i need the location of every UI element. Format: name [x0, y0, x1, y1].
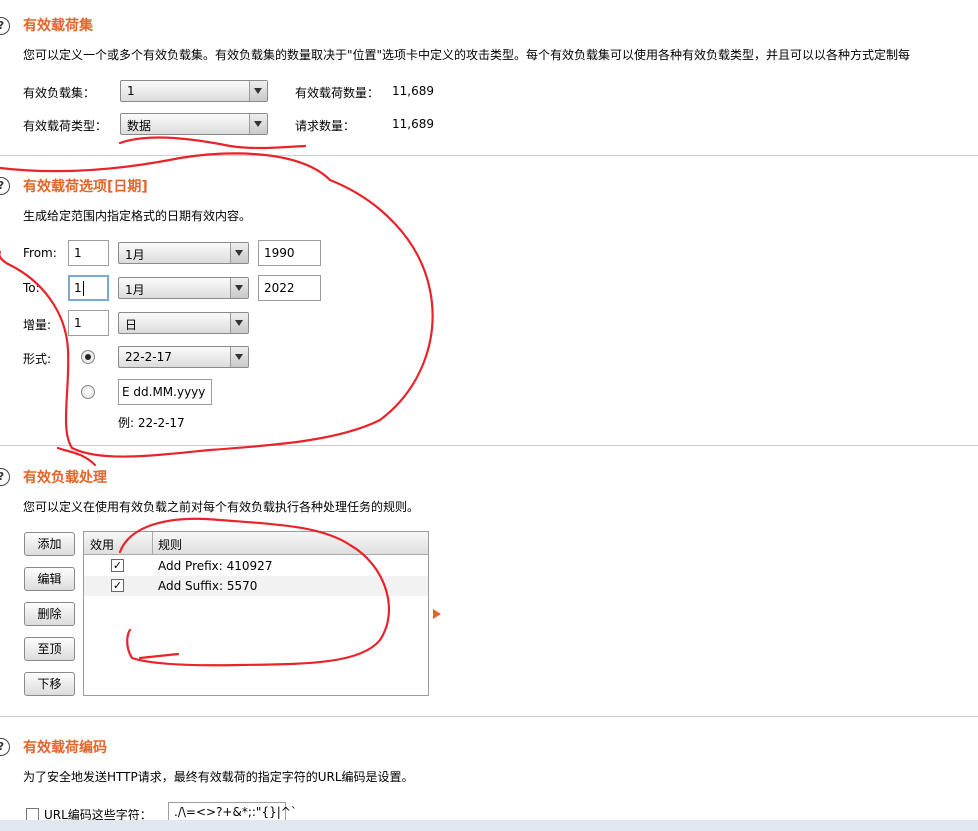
help-icon[interactable]: ? [0, 738, 10, 756]
from-month-select[interactable]: 1月 [118, 242, 249, 264]
column-divider [152, 532, 153, 554]
enabled-checkbox[interactable]: ✓ [111, 559, 124, 572]
payload-set-value: 1 [127, 84, 135, 98]
processing-rules-table[interactable]: 效用 规则 ✓ Add Prefix: 410927 ✓ Add Suffix:… [83, 531, 429, 696]
payload-type-select[interactable]: 数据 [120, 113, 268, 135]
section-divider [0, 716, 978, 717]
payload-sets-description: 您可以定义一个或多个有效负载集。有效负载集的数量取决于"位置"选项卡中定义的攻击… [23, 48, 911, 62]
enabled-checkbox[interactable]: ✓ [111, 579, 124, 592]
chevron-down-icon [230, 278, 248, 298]
format-custom-radio[interactable] [81, 385, 95, 399]
step-value: 1 [74, 316, 82, 330]
format-label: 形式: [23, 352, 52, 366]
expand-arrow-icon[interactable] [433, 609, 441, 619]
move-top-button[interactable]: 至顶 [24, 637, 75, 661]
payload-encoding-description: 为了安全地发送HTTP请求，最终有效载荷的指定字符的URL编码是设置。 [23, 770, 414, 784]
table-header: 效用 规则 [84, 532, 428, 555]
format-custom-value: E dd.MM.yyyy [122, 385, 206, 399]
help-icon[interactable]: ? [0, 468, 10, 486]
payload-count-value: 11,689 [392, 84, 434, 98]
chevron-down-icon [230, 313, 248, 333]
to-day-input[interactable]: 1 [68, 275, 109, 301]
rule-text: Add Prefix: 410927 [158, 559, 273, 573]
payload-count-label: 有效载荷数量： [295, 86, 380, 100]
column-header-rule[interactable]: 规则 [158, 536, 182, 553]
chevron-down-icon [230, 347, 248, 367]
edit-button[interactable]: 编辑 [24, 567, 75, 591]
format-custom-input[interactable]: E dd.MM.yyyy [118, 379, 212, 405]
table-row[interactable]: ✓ Add Prefix: 410927 [84, 556, 428, 576]
from-year-value: 1990 [264, 246, 295, 260]
table-row[interactable]: ✓ Add Suffix: 5570 [84, 576, 428, 596]
request-count-value: 11,689 [392, 117, 434, 131]
from-label: From: [23, 246, 57, 260]
help-icon[interactable]: ? [0, 17, 10, 35]
to-year-input[interactable]: 2022 [258, 275, 321, 301]
payload-encoding-title: 有效载荷编码 [23, 740, 107, 756]
remove-button[interactable]: 删除 [24, 602, 75, 626]
from-day-value: 1 [74, 246, 82, 260]
payload-processing-description: 您可以定义在使用有效负载之前对每个有效负载执行各种处理任务的规则。 [23, 500, 420, 514]
section-divider [0, 155, 978, 156]
chevron-down-icon [249, 114, 267, 134]
from-month-value: 1月 [125, 248, 145, 262]
payload-set-select[interactable]: 1 [120, 80, 268, 102]
payload-type-label: 有效载荷类型： [23, 119, 108, 133]
from-day-input[interactable]: 1 [68, 240, 109, 266]
taskbar-strip [0, 820, 978, 831]
to-label: To: [23, 281, 40, 295]
payload-processing-title: 有效负载处理 [23, 470, 107, 486]
rule-text: Add Suffix: 5570 [158, 579, 258, 593]
from-year-input[interactable]: 1990 [258, 240, 321, 266]
payload-options-description: 生成给定范围内指定格式的日期有效内容。 [23, 209, 252, 223]
to-month-value: 1月 [125, 283, 145, 297]
text-caret [83, 281, 84, 296]
chevron-down-icon [230, 243, 248, 263]
date-options-circle [0, 152, 434, 467]
format-example: 例: 22-2-17 [118, 416, 185, 430]
column-header-enabled[interactable]: 效用 [90, 536, 114, 553]
help-icon[interactable]: ? [0, 177, 10, 195]
to-year-value: 2022 [264, 281, 295, 295]
step-unit-select[interactable]: 日 [118, 312, 249, 334]
to-day-value: 1 [74, 281, 82, 295]
format-preset-value: 22-2-17 [125, 350, 172, 364]
payload-sets-title: 有效载荷集 [23, 18, 93, 34]
step-unit-value: 日 [125, 318, 138, 332]
payload-set-label: 有效负载集： [23, 86, 96, 100]
payload-type-value: 数据 [127, 119, 152, 133]
add-button[interactable]: 添加 [24, 532, 75, 556]
request-count-label: 请求数量： [295, 119, 356, 133]
format-preset-radio[interactable] [81, 350, 95, 364]
step-label: 增量: [23, 318, 52, 332]
chevron-down-icon [249, 81, 267, 101]
section-divider [0, 445, 978, 446]
payload-options-title: 有效载荷选项[日期] [23, 179, 148, 195]
format-preset-select[interactable]: 22-2-17 [118, 346, 249, 368]
url-encode-chars-value: ./\=<>?+&*;:"{}|^` [174, 805, 297, 819]
to-month-select[interactable]: 1月 [118, 277, 249, 299]
move-down-button[interactable]: 下移 [24, 672, 75, 696]
underline-mark [118, 136, 307, 150]
step-input[interactable]: 1 [68, 310, 109, 336]
